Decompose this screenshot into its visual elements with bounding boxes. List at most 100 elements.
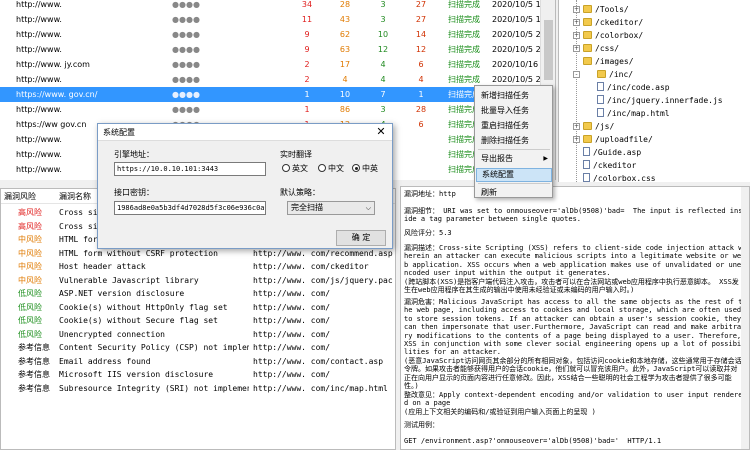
tree-file[interactable]: /inc/map.html: [597, 107, 670, 120]
vuln-url: http://www. com/contact.asp: [253, 356, 384, 366]
high-count: 9: [304, 30, 310, 39]
folder-icon: [583, 31, 592, 39]
task-row[interactable]: http://www.●●●●2444扫描完成2020/10/5 2:08:33: [0, 72, 555, 87]
ok-button[interactable]: 确 定: [336, 230, 386, 246]
low-count: 7: [380, 90, 386, 99]
collapse-icon[interactable]: -: [573, 71, 580, 78]
expand-icon[interactable]: +: [573, 32, 580, 39]
high-count: 2: [304, 75, 310, 84]
low-count: 3: [380, 15, 386, 24]
medium-count: 62: [339, 30, 351, 39]
engine-address-label: 引擎地址：: [114, 150, 154, 159]
detail-scrollbar[interactable]: [741, 187, 749, 449]
medium-count: 4: [342, 75, 348, 84]
tree-folder[interactable]: /js/: [583, 120, 614, 133]
menu-separator: [478, 149, 550, 150]
vuln-name: Vulnerable Javascript library: [59, 275, 199, 285]
menu-new-task[interactable]: 新增扫描任务: [476, 89, 552, 103]
vuln-row[interactable]: 低风险 ASP.NET version disclosure http://www.…: [1, 287, 395, 301]
tree-file[interactable]: /inc/code.asp: [597, 81, 670, 94]
task-row[interactable]: https://www. gov.cn/●●●● 1 10 7 1 扫描完成: [0, 87, 540, 102]
radio-english[interactable]: 英文: [282, 164, 308, 174]
expand-icon[interactable]: +: [573, 45, 580, 52]
tree-folder[interactable]: /Tools/: [583, 3, 629, 16]
engine-address-input[interactable]: https://10.0.10.101:3443: [114, 162, 266, 176]
vuln-risk: 高风险: [18, 208, 42, 217]
tree-file[interactable]: /colorbox.css: [583, 172, 656, 182]
vuln-row[interactable]: 中风险 Vulnerable Javascript library http://w…: [1, 274, 395, 288]
dialog-titlebar[interactable]: 系统配置 ✕: [98, 124, 392, 141]
menu-delete-task[interactable]: 删除扫描任务: [476, 134, 552, 148]
radio-chinese[interactable]: 中文: [318, 164, 344, 174]
tree-folder[interactable]: /colorbox/: [583, 29, 643, 42]
scrollbar-thumb[interactable]: [544, 20, 553, 80]
menu-item-label: 新增扫描任务: [481, 91, 529, 100]
vuln-row[interactable]: 低风险 Cookie(s) without Secure flag set http…: [1, 314, 395, 328]
vuln-row[interactable]: 参考信息 Microsoft IIS version disclosure http…: [1, 368, 395, 382]
task-ip: ●●●●: [172, 105, 200, 114]
task-url: http://www.: [16, 75, 62, 84]
high-count: 34: [301, 0, 313, 9]
api-key-input[interactable]: 1986ad8e0a5b3df4d7028d5f3c06e936c0a08e: [114, 201, 266, 215]
tree-label: /images/: [595, 57, 634, 66]
menu-refresh[interactable]: 刷新: [476, 186, 552, 200]
vuln-row[interactable]: 低风险 Cookie(s) without HttpOnly flag set ht…: [1, 301, 395, 315]
expand-icon[interactable]: +: [573, 19, 580, 26]
task-url: http://www.: [16, 105, 62, 114]
task-row[interactable]: http://www.●●●●9621014扫描完成2020/10/5 2:01…: [0, 27, 555, 42]
vuln-row[interactable]: 参考信息 Content Security Policy (CSP) not im…: [1, 341, 395, 355]
tree-folder[interactable]: /css/: [583, 42, 619, 55]
vuln-row[interactable]: 参考信息 Email address found http://www. com/c…: [1, 355, 395, 369]
dialog-title: 系统配置: [103, 128, 135, 137]
vuln-url: http://www. com/: [253, 316, 331, 325]
menu-restart-task[interactable]: 重启扫描任务: [476, 119, 552, 133]
menu-item-label: 删除扫描任务: [481, 136, 529, 145]
menu-item-label: 批量导入任务: [481, 106, 529, 115]
vuln-risk: 中风险: [18, 262, 42, 271]
close-icon[interactable]: ✕: [374, 125, 388, 139]
vuln-row[interactable]: 低风险 Unencrypted connection http://www. com…: [1, 328, 395, 342]
menu-system-config[interactable]: 系统配置: [476, 168, 552, 182]
tree-file[interactable]: /inc/jquery.innerfade.js: [597, 94, 723, 107]
name-column-header[interactable]: 漏洞名称: [59, 189, 91, 204]
tree-file[interactable]: /ckeditor: [583, 159, 636, 172]
tree-folder[interactable]: /uploadfile/: [583, 133, 653, 146]
file-icon: [583, 147, 590, 156]
risk-column-header[interactable]: 漏洞风险: [4, 189, 36, 204]
site-tree[interactable]: + /Tools/ + /ckeditor/ + /colorbox/ + /css/ /ima…: [558, 0, 750, 182]
vuln-name: Unencrypted connection: [59, 329, 165, 339]
tree-folder[interactable]: /images/: [583, 55, 634, 68]
expand-icon[interactable]: +: [573, 123, 580, 130]
vuln-row[interactable]: 中风险 Host header attack http://www. com/cke…: [1, 260, 395, 274]
tree-label: /js/: [595, 122, 615, 131]
task-ip: ●●●●: [172, 90, 200, 99]
task-row[interactable]: http://www.●●●●3428327扫描完成2020/10/5 1:31…: [0, 0, 555, 12]
task-ip: ●●●●: [172, 60, 200, 69]
task-row[interactable]: http://www.●●●●1143327扫描完成2020/10/5 1:53…: [0, 12, 555, 27]
vuln-name: Microsoft IIS version disclosure: [59, 370, 214, 379]
info-count: 14: [415, 30, 427, 39]
tree-folder[interactable]: /ckeditor/: [583, 16, 643, 29]
policy-select[interactable]: 完全扫描 ⌵: [287, 201, 375, 215]
folder-icon: [583, 135, 592, 143]
high-count: 1: [304, 90, 310, 99]
tree-folder[interactable]: /inc/: [597, 68, 633, 81]
expand-icon[interactable]: +: [573, 6, 580, 13]
info-count: 27: [415, 15, 427, 24]
low-count: 12: [377, 45, 389, 54]
api-key-label: 接口密钥：: [114, 188, 154, 197]
radio-bilingual[interactable]: 中英: [352, 164, 378, 174]
task-row[interactable]: http://www.●●●●9631212扫描完成2020/10/5 2:12…: [0, 42, 555, 57]
low-count: 3: [380, 0, 386, 9]
vuln-name: Subresource Integrity (SRI) not implemen…: [59, 383, 249, 393]
menu-import-tasks[interactable]: 批量导入任务: [476, 104, 552, 118]
task-row[interactable]: http://www. jy.com ●●●● 2 17 4 6 扫描完成 2020/10/1…: [0, 57, 555, 72]
tree-file[interactable]: /Guide.asp: [583, 146, 641, 159]
menu-item-label: 导出报告: [481, 154, 513, 163]
expand-icon[interactable]: +: [573, 136, 580, 143]
task-row[interactable]: http://www. ●●●● 1 86 3 28 扫描完成: [0, 102, 540, 117]
vuln-detail-pane[interactable]: 漏洞地址：http 漏洞细节： URI was set to onmouseov…: [400, 186, 750, 450]
menu-export-report[interactable]: 导出报告 ▶: [476, 152, 552, 166]
vuln-name: Cookie(s) without Secure flag set: [59, 316, 218, 325]
vuln-row[interactable]: 参考信息 Subresource Integrity (SRI) not impl…: [1, 382, 395, 396]
